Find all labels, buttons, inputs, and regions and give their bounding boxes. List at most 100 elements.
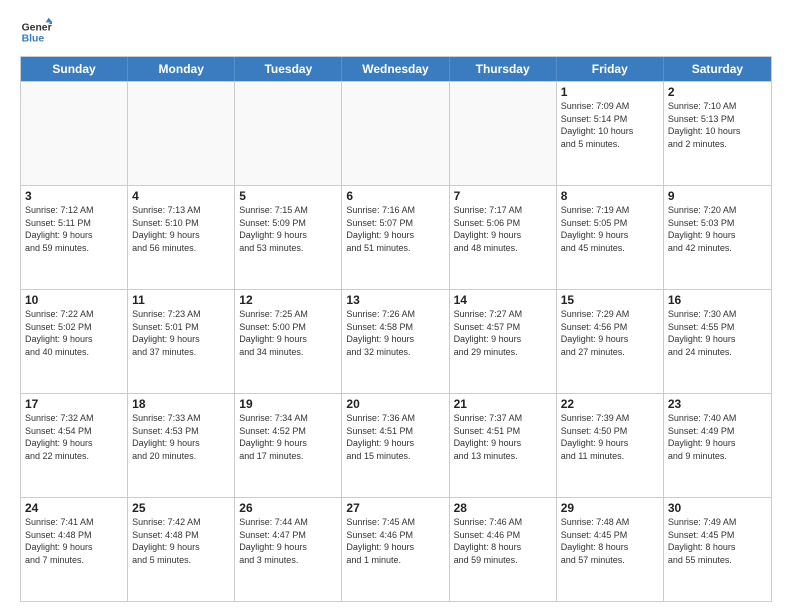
week-row-0: 1Sunrise: 7:09 AM Sunset: 5:14 PM Daylig… bbox=[21, 81, 771, 185]
svg-text:General: General bbox=[22, 22, 52, 33]
calendar-cell: 11Sunrise: 7:23 AM Sunset: 5:01 PM Dayli… bbox=[128, 290, 235, 393]
day-info: Sunrise: 7:46 AM Sunset: 4:46 PM Dayligh… bbox=[454, 516, 552, 566]
day-number: 2 bbox=[668, 85, 767, 99]
calendar-cell: 14Sunrise: 7:27 AM Sunset: 4:57 PM Dayli… bbox=[450, 290, 557, 393]
svg-text:Blue: Blue bbox=[22, 34, 45, 45]
day-number: 16 bbox=[668, 293, 767, 307]
calendar-cell: 4Sunrise: 7:13 AM Sunset: 5:10 PM Daylig… bbox=[128, 186, 235, 289]
calendar-cell: 13Sunrise: 7:26 AM Sunset: 4:58 PM Dayli… bbox=[342, 290, 449, 393]
calendar-body: 1Sunrise: 7:09 AM Sunset: 5:14 PM Daylig… bbox=[21, 81, 771, 601]
calendar-cell: 29Sunrise: 7:48 AM Sunset: 4:45 PM Dayli… bbox=[557, 498, 664, 601]
calendar-cell: 18Sunrise: 7:33 AM Sunset: 4:53 PM Dayli… bbox=[128, 394, 235, 497]
calendar-cell bbox=[21, 82, 128, 185]
calendar-cell: 17Sunrise: 7:32 AM Sunset: 4:54 PM Dayli… bbox=[21, 394, 128, 497]
day-info: Sunrise: 7:12 AM Sunset: 5:11 PM Dayligh… bbox=[25, 204, 123, 254]
day-info: Sunrise: 7:22 AM Sunset: 5:02 PM Dayligh… bbox=[25, 308, 123, 358]
weekday-header: Saturday bbox=[664, 57, 771, 81]
page: General Blue SundayMondayTuesdayWednesda… bbox=[0, 0, 792, 612]
day-number: 13 bbox=[346, 293, 444, 307]
day-number: 20 bbox=[346, 397, 444, 411]
day-number: 18 bbox=[132, 397, 230, 411]
day-number: 28 bbox=[454, 501, 552, 515]
calendar-cell: 19Sunrise: 7:34 AM Sunset: 4:52 PM Dayli… bbox=[235, 394, 342, 497]
week-row-1: 3Sunrise: 7:12 AM Sunset: 5:11 PM Daylig… bbox=[21, 185, 771, 289]
day-info: Sunrise: 7:10 AM Sunset: 5:13 PM Dayligh… bbox=[668, 100, 767, 150]
calendar-cell: 12Sunrise: 7:25 AM Sunset: 5:00 PM Dayli… bbox=[235, 290, 342, 393]
calendar-cell: 8Sunrise: 7:19 AM Sunset: 5:05 PM Daylig… bbox=[557, 186, 664, 289]
day-number: 14 bbox=[454, 293, 552, 307]
calendar-cell bbox=[450, 82, 557, 185]
day-number: 11 bbox=[132, 293, 230, 307]
calendar-cell: 7Sunrise: 7:17 AM Sunset: 5:06 PM Daylig… bbox=[450, 186, 557, 289]
day-info: Sunrise: 7:41 AM Sunset: 4:48 PM Dayligh… bbox=[25, 516, 123, 566]
day-number: 29 bbox=[561, 501, 659, 515]
day-info: Sunrise: 7:15 AM Sunset: 5:09 PM Dayligh… bbox=[239, 204, 337, 254]
day-info: Sunrise: 7:42 AM Sunset: 4:48 PM Dayligh… bbox=[132, 516, 230, 566]
day-info: Sunrise: 7:48 AM Sunset: 4:45 PM Dayligh… bbox=[561, 516, 659, 566]
day-info: Sunrise: 7:36 AM Sunset: 4:51 PM Dayligh… bbox=[346, 412, 444, 462]
calendar-cell bbox=[235, 82, 342, 185]
day-number: 25 bbox=[132, 501, 230, 515]
weekday-header: Tuesday bbox=[235, 57, 342, 81]
day-info: Sunrise: 7:23 AM Sunset: 5:01 PM Dayligh… bbox=[132, 308, 230, 358]
logo: General Blue bbox=[20, 16, 52, 48]
day-info: Sunrise: 7:37 AM Sunset: 4:51 PM Dayligh… bbox=[454, 412, 552, 462]
day-info: Sunrise: 7:20 AM Sunset: 5:03 PM Dayligh… bbox=[668, 204, 767, 254]
day-info: Sunrise: 7:49 AM Sunset: 4:45 PM Dayligh… bbox=[668, 516, 767, 566]
day-number: 24 bbox=[25, 501, 123, 515]
day-info: Sunrise: 7:13 AM Sunset: 5:10 PM Dayligh… bbox=[132, 204, 230, 254]
day-info: Sunrise: 7:16 AM Sunset: 5:07 PM Dayligh… bbox=[346, 204, 444, 254]
calendar-cell: 24Sunrise: 7:41 AM Sunset: 4:48 PM Dayli… bbox=[21, 498, 128, 601]
calendar-cell: 15Sunrise: 7:29 AM Sunset: 4:56 PM Dayli… bbox=[557, 290, 664, 393]
calendar-cell: 2Sunrise: 7:10 AM Sunset: 5:13 PM Daylig… bbox=[664, 82, 771, 185]
weekday-header: Monday bbox=[128, 57, 235, 81]
calendar-cell: 23Sunrise: 7:40 AM Sunset: 4:49 PM Dayli… bbox=[664, 394, 771, 497]
day-number: 21 bbox=[454, 397, 552, 411]
weekday-header: Sunday bbox=[21, 57, 128, 81]
calendar-header: SundayMondayTuesdayWednesdayThursdayFrid… bbox=[21, 57, 771, 81]
day-number: 19 bbox=[239, 397, 337, 411]
weekday-header: Friday bbox=[557, 57, 664, 81]
day-number: 23 bbox=[668, 397, 767, 411]
calendar-cell: 9Sunrise: 7:20 AM Sunset: 5:03 PM Daylig… bbox=[664, 186, 771, 289]
day-info: Sunrise: 7:40 AM Sunset: 4:49 PM Dayligh… bbox=[668, 412, 767, 462]
logo-icon: General Blue bbox=[20, 16, 52, 48]
calendar-cell bbox=[128, 82, 235, 185]
calendar-cell: 1Sunrise: 7:09 AM Sunset: 5:14 PM Daylig… bbox=[557, 82, 664, 185]
header: General Blue bbox=[20, 16, 772, 48]
calendar-cell: 20Sunrise: 7:36 AM Sunset: 4:51 PM Dayli… bbox=[342, 394, 449, 497]
day-info: Sunrise: 7:17 AM Sunset: 5:06 PM Dayligh… bbox=[454, 204, 552, 254]
calendar-cell: 10Sunrise: 7:22 AM Sunset: 5:02 PM Dayli… bbox=[21, 290, 128, 393]
calendar-cell: 5Sunrise: 7:15 AM Sunset: 5:09 PM Daylig… bbox=[235, 186, 342, 289]
calendar: SundayMondayTuesdayWednesdayThursdayFrid… bbox=[20, 56, 772, 602]
day-info: Sunrise: 7:32 AM Sunset: 4:54 PM Dayligh… bbox=[25, 412, 123, 462]
day-number: 1 bbox=[561, 85, 659, 99]
weekday-header: Thursday bbox=[450, 57, 557, 81]
day-number: 17 bbox=[25, 397, 123, 411]
day-info: Sunrise: 7:39 AM Sunset: 4:50 PM Dayligh… bbox=[561, 412, 659, 462]
day-number: 3 bbox=[25, 189, 123, 203]
day-info: Sunrise: 7:44 AM Sunset: 4:47 PM Dayligh… bbox=[239, 516, 337, 566]
week-row-4: 24Sunrise: 7:41 AM Sunset: 4:48 PM Dayli… bbox=[21, 497, 771, 601]
calendar-cell: 21Sunrise: 7:37 AM Sunset: 4:51 PM Dayli… bbox=[450, 394, 557, 497]
day-number: 10 bbox=[25, 293, 123, 307]
day-number: 27 bbox=[346, 501, 444, 515]
day-info: Sunrise: 7:25 AM Sunset: 5:00 PM Dayligh… bbox=[239, 308, 337, 358]
day-number: 30 bbox=[668, 501, 767, 515]
day-info: Sunrise: 7:19 AM Sunset: 5:05 PM Dayligh… bbox=[561, 204, 659, 254]
day-number: 7 bbox=[454, 189, 552, 203]
day-number: 12 bbox=[239, 293, 337, 307]
day-info: Sunrise: 7:29 AM Sunset: 4:56 PM Dayligh… bbox=[561, 308, 659, 358]
calendar-cell: 27Sunrise: 7:45 AM Sunset: 4:46 PM Dayli… bbox=[342, 498, 449, 601]
day-number: 8 bbox=[561, 189, 659, 203]
day-number: 6 bbox=[346, 189, 444, 203]
calendar-cell: 22Sunrise: 7:39 AM Sunset: 4:50 PM Dayli… bbox=[557, 394, 664, 497]
calendar-cell: 28Sunrise: 7:46 AM Sunset: 4:46 PM Dayli… bbox=[450, 498, 557, 601]
week-row-3: 17Sunrise: 7:32 AM Sunset: 4:54 PM Dayli… bbox=[21, 393, 771, 497]
day-number: 26 bbox=[239, 501, 337, 515]
day-number: 9 bbox=[668, 189, 767, 203]
day-number: 22 bbox=[561, 397, 659, 411]
day-info: Sunrise: 7:09 AM Sunset: 5:14 PM Dayligh… bbox=[561, 100, 659, 150]
day-number: 4 bbox=[132, 189, 230, 203]
calendar-cell: 16Sunrise: 7:30 AM Sunset: 4:55 PM Dayli… bbox=[664, 290, 771, 393]
